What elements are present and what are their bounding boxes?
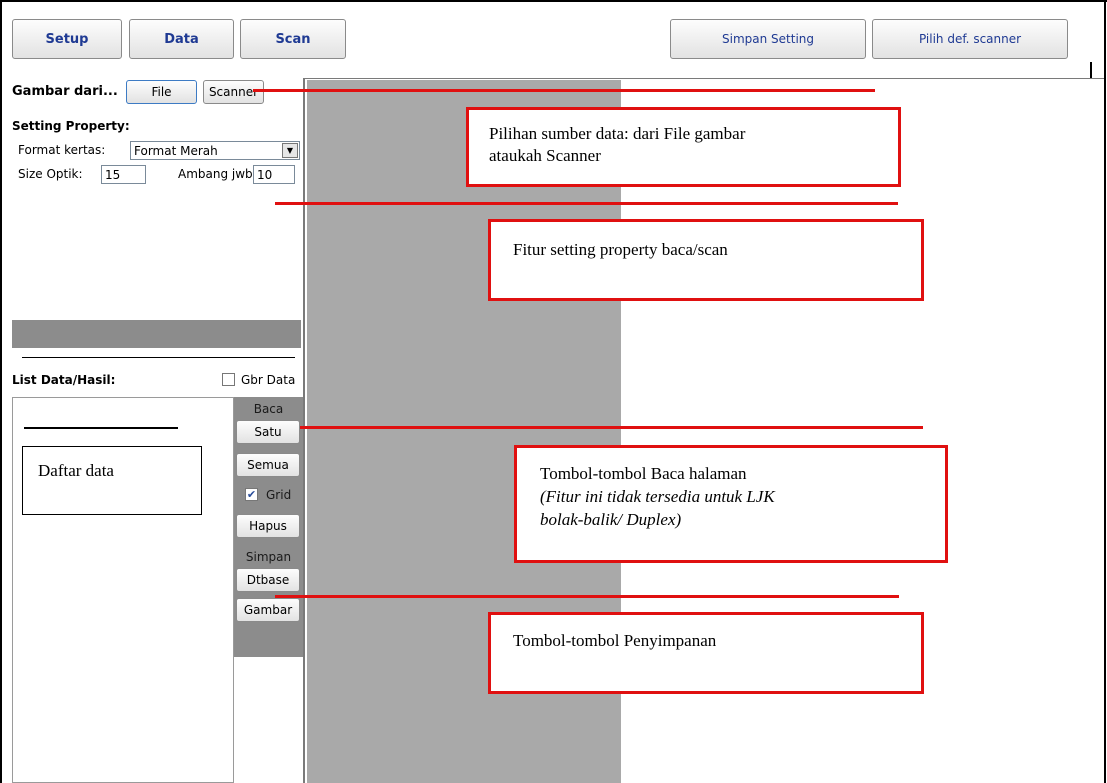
- frame-right-line: [1104, 0, 1106, 783]
- grid-checkbox[interactable]: ✔: [245, 488, 258, 501]
- file-source-button[interactable]: File: [126, 80, 197, 104]
- size-optik-label: Size Optik:: [18, 167, 83, 181]
- source-pointer-line: [253, 89, 875, 92]
- read-callout-line1: Tombol-tombol Baca halaman: [540, 464, 747, 483]
- data-tab-button[interactable]: Data: [129, 19, 234, 59]
- save-callout: Tombol-tombol Penyimpanan: [488, 612, 924, 694]
- ambang-input[interactable]: 10: [253, 165, 295, 184]
- setting-pointer-line: [275, 202, 898, 205]
- format-label: Format kertas:: [18, 143, 106, 157]
- format-value: Format Merah: [134, 143, 218, 158]
- source-callout: Pilihan sumber data: dari File gambar at…: [466, 107, 901, 187]
- source-callout-line2: ataukah Scanner: [489, 146, 601, 165]
- setting-title: Setting Property:: [12, 119, 130, 133]
- read-one-button[interactable]: Satu: [236, 420, 300, 444]
- scan-tab-button[interactable]: Scan: [240, 19, 346, 59]
- save-pointer-line: [275, 595, 899, 598]
- save-setting-button[interactable]: Simpan Setting: [670, 19, 866, 59]
- scanner-source-button[interactable]: Scanner: [203, 80, 264, 104]
- read-callout-line3: bolak-balik/ Duplex): [540, 510, 682, 529]
- frame-top-line: [0, 0, 1107, 2]
- gbr-data-checkbox[interactable]: [222, 373, 235, 386]
- size-optik-input[interactable]: 15: [101, 165, 146, 184]
- read-callout-line2: (Fitur ini tidak tersedia untuk LJK: [540, 487, 775, 506]
- daftar-callout: Daftar data: [22, 446, 202, 515]
- source-callout-line1: Pilihan sumber data: dari File gambar: [489, 124, 746, 143]
- baca-label: Baca: [253, 402, 284, 416]
- gbr-data-label: Gbr Data: [241, 373, 296, 387]
- splitter-bar[interactable]: [12, 320, 301, 348]
- daftar-callout-text: Daftar data: [38, 461, 114, 480]
- delete-button[interactable]: Hapus: [236, 514, 300, 538]
- list-header-line: [24, 427, 178, 429]
- setup-tab-button[interactable]: Setup: [12, 19, 122, 59]
- grid-label: Grid: [266, 488, 292, 502]
- read-pointer-line: [300, 426, 923, 429]
- setting-callout-text: Fitur setting property baca/scan: [513, 240, 728, 259]
- format-select[interactable]: Format Merah ▼: [130, 141, 300, 160]
- read-callout: Tombol-tombol Baca halaman (Fitur ini ti…: [514, 445, 948, 563]
- read-all-button[interactable]: Semua: [236, 453, 300, 477]
- save-image-button[interactable]: Gambar: [236, 598, 300, 622]
- save-database-button[interactable]: Dtbase: [236, 568, 300, 592]
- save-callout-text: Tombol-tombol Penyimpanan: [513, 631, 717, 650]
- frame-left-line: [0, 0, 2, 783]
- section-divider: [22, 357, 295, 358]
- list-title: List Data/Hasil:: [12, 373, 116, 387]
- chevron-down-icon[interactable]: ▼: [282, 143, 298, 158]
- setting-callout: Fitur setting property baca/scan: [488, 219, 924, 301]
- ambang-label: Ambang jwb:: [178, 167, 257, 181]
- simpan-label: Simpan: [245, 550, 292, 564]
- source-label: Gambar dari...: [12, 84, 118, 99]
- choose-scanner-button[interactable]: Pilih def. scanner: [872, 19, 1068, 59]
